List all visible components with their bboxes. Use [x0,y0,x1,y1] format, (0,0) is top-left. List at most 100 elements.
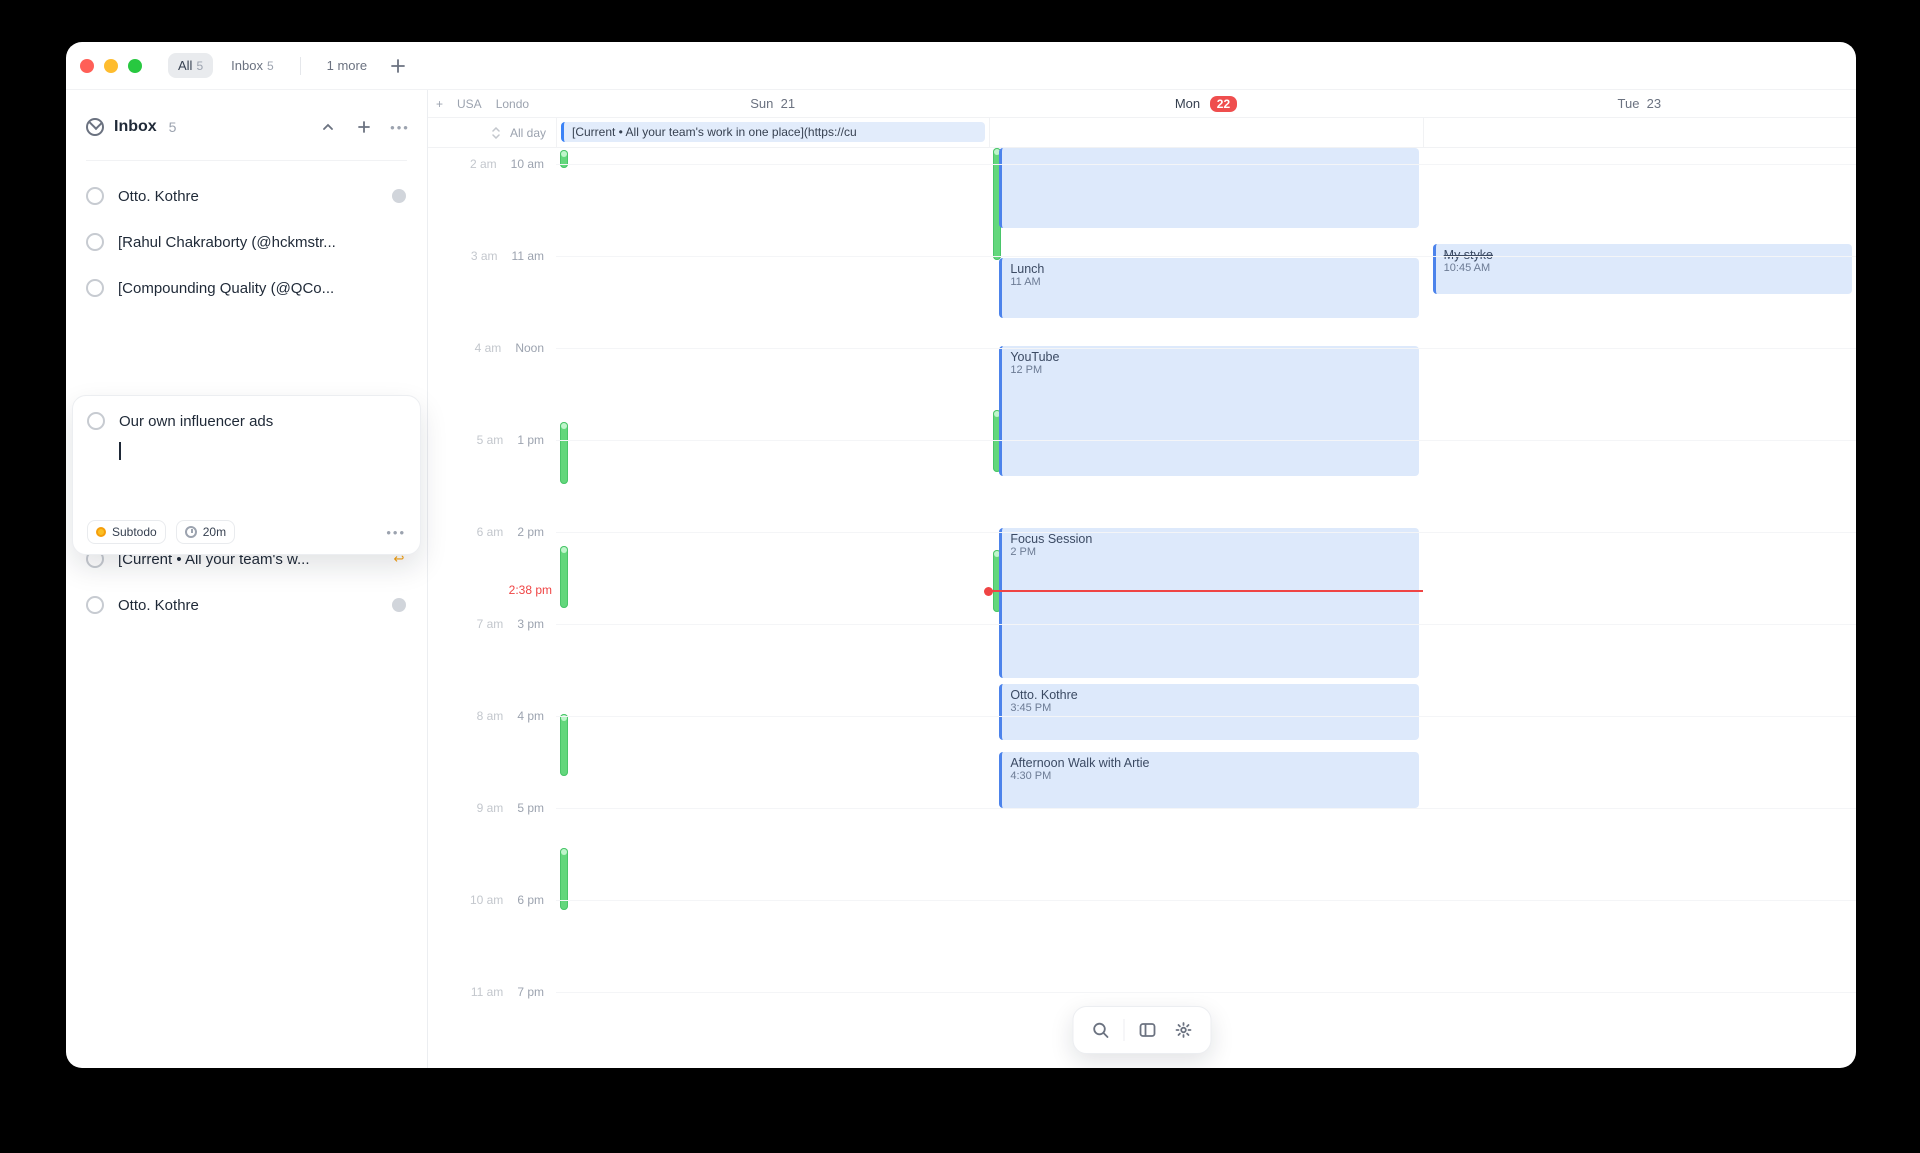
hour-line [556,348,1856,349]
zoom-window[interactable] [128,59,142,73]
availability-bar[interactable] [560,714,568,776]
task-item[interactable]: [Rahul Chakraborty (@hckmstr... [74,219,419,265]
allday-row: All day [Current • All your team's work … [428,118,1856,148]
hour-line [556,716,1856,717]
hour-label: 7 am3 pm [428,617,556,631]
task-editor-card: Our own influencer ads Subtodo 20m [72,395,421,555]
hour-line [556,992,1856,993]
day-header-tue[interactable]: Tue 23 [1423,96,1856,111]
clock-icon [392,189,406,203]
close-window[interactable] [80,59,94,73]
tab-more-label: 1 more [327,58,367,73]
task-checkbox[interactable] [87,412,105,430]
task-label: Otto. Kothre [118,188,377,205]
task-list: Otto. Kothre [Rahul Chakraborty (@hckmst… [66,167,427,1068]
divider [1124,1019,1125,1041]
allday-col-mon[interactable] [989,118,1422,147]
hour-line [556,624,1856,625]
calendar-event[interactable] [999,148,1418,228]
sort-icon[interactable] [490,127,502,139]
task-item[interactable]: Otto. Kothre [74,173,419,219]
calendar-event[interactable]: YouTube12 PM [999,346,1418,476]
sidebar-header: Inbox 5 ••• [66,90,427,152]
divider [300,57,301,75]
text-cursor[interactable] [119,442,121,460]
tz-label-2[interactable]: Londo [496,97,529,111]
event-time: 3:45 PM [1010,702,1410,714]
today-badge: 22 [1210,96,1237,112]
now-indicator [989,590,1422,592]
day-col-tue[interactable]: My styke10:45 AM [1423,148,1856,1068]
allday-event[interactable]: [Current • All your team's work in one p… [561,122,985,142]
calendar-event[interactable]: My styke10:45 AM [1433,244,1852,294]
settings-icon[interactable] [1171,1017,1197,1043]
hour-line [556,256,1856,257]
calendar-event[interactable]: Lunch11 AM [999,258,1418,318]
hour-label: 9 am5 pm [428,801,556,815]
hour-label: 5 am1 pm [428,433,556,447]
app-window: All 5 Inbox 5 1 more Inbox 5 [66,42,1856,1068]
hour-label: 4 amNoon [428,341,556,355]
calendar: Jan 2024 W3 1 calendar Meet Share [428,90,1856,1068]
minimize-window[interactable] [104,59,118,73]
duration-label: 20m [203,525,226,539]
day-col-sun[interactable] [556,148,989,1068]
add-tab-button[interactable] [385,53,411,79]
allday-col-tue[interactable] [1423,118,1856,147]
tz-label-1[interactable]: USA [457,97,482,111]
task-more-button[interactable]: ••• [386,525,406,540]
event-time: 2 PM [1010,546,1410,558]
task-checkbox[interactable] [86,233,104,251]
event-time: 12 PM [1010,364,1410,376]
availability-bar[interactable] [560,422,568,484]
hour-label: 8 am4 pm [428,709,556,723]
day-col-mon[interactable]: Lunch11 AM YouTube12 PM Focus Session2 PM O… [989,148,1422,1068]
divider [86,160,407,161]
subtodo-chip[interactable]: Subtodo [87,520,166,544]
event-title: Otto. Kothre [1010,688,1410,702]
search-icon[interactable] [1088,1017,1114,1043]
event-time: 10:45 AM [1444,262,1844,274]
command-dock [1073,1006,1212,1054]
task-checkbox[interactable] [86,596,104,614]
task-item[interactable]: [Compounding Quality (@QCo... [74,265,419,311]
clock-icon [185,526,197,538]
add-event-button[interactable]: + [436,91,443,117]
day-header-sun[interactable]: Sun 21 [556,96,989,111]
tab-inbox-count: 5 [267,59,274,73]
calendar-grid[interactable]: 2 am10 am3 am11 am4 amNoon5 am1 pm6 am2 … [428,148,1856,1068]
day-header-mon[interactable]: Mon 22 [989,96,1422,112]
hour-line [556,164,1856,165]
task-checkbox[interactable] [86,187,104,205]
task-checkbox[interactable] [86,279,104,297]
layout-icon[interactable] [1135,1017,1161,1043]
calendar-event[interactable]: Afternoon Walk with Artie4:30 PM [999,752,1418,808]
hour-line [556,900,1856,901]
tab-more[interactable]: 1 more [317,53,377,78]
tab-all-count: 5 [196,59,203,73]
duration-chip[interactable]: 20m [176,520,235,544]
hour-line [556,440,1856,441]
hour-line [556,808,1856,809]
collapse-button[interactable] [315,114,341,140]
tab-all[interactable]: All 5 [168,53,213,78]
task-label: [Compounding Quality (@QCo... [118,280,377,297]
subtodo-icon [96,527,106,537]
add-task-button[interactable] [351,114,377,140]
calendar-event[interactable]: Focus Session2 PM [999,528,1418,678]
sidebar-more-button[interactable]: ••• [387,114,413,140]
day-header-row: + USA Londo Sun 21 Mon 22 Tue 23 [428,90,1856,118]
tab-inbox[interactable]: Inbox 5 [221,53,284,78]
task-item[interactable]: Otto. Kothre [74,582,419,628]
event-title: My styke [1444,248,1844,262]
allday-label: All day [510,126,546,140]
hour-label: 11 am7 pm [428,985,556,999]
task-label: [Rahul Chakraborty (@hckmstr... [118,234,377,251]
availability-bar[interactable] [560,150,568,168]
sidebar-title: Inbox [114,118,157,136]
allday-col-sun[interactable]: [Current • All your team's work in one p… [556,118,989,147]
now-time-label: 2:38 pm [509,583,552,597]
availability-bar[interactable] [560,546,568,608]
calendar-event[interactable]: Otto. Kothre3:45 PM [999,684,1418,740]
topbar: All 5 Inbox 5 1 more [66,42,1856,90]
